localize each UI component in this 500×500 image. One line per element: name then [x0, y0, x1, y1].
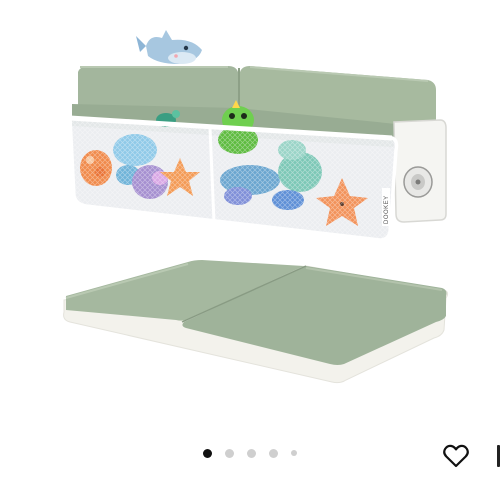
carousel-indicator	[0, 446, 500, 460]
carousel-dot-4[interactable]	[269, 448, 278, 458]
brand-label: DOOKEY	[384, 195, 390, 224]
carousel-dot-2[interactable]	[225, 448, 234, 458]
heart-outline-icon	[443, 444, 469, 468]
product-gallery-screen: DOOKEY	[0, 0, 500, 500]
shark-toy	[136, 30, 202, 64]
product-image[interactable]: DOOKEY	[0, 0, 500, 420]
carousel-dot-3[interactable]	[247, 448, 256, 458]
brand-tag: DOOKEY	[382, 188, 390, 226]
carousel-dot-5[interactable]	[291, 450, 297, 456]
elbow-rest-mat	[63, 260, 449, 384]
bath-kneeler-pad-with-organizer: DOOKEY	[68, 30, 447, 242]
favorite-button[interactable]	[440, 440, 472, 472]
carousel-dot-1[interactable]	[203, 448, 212, 458]
